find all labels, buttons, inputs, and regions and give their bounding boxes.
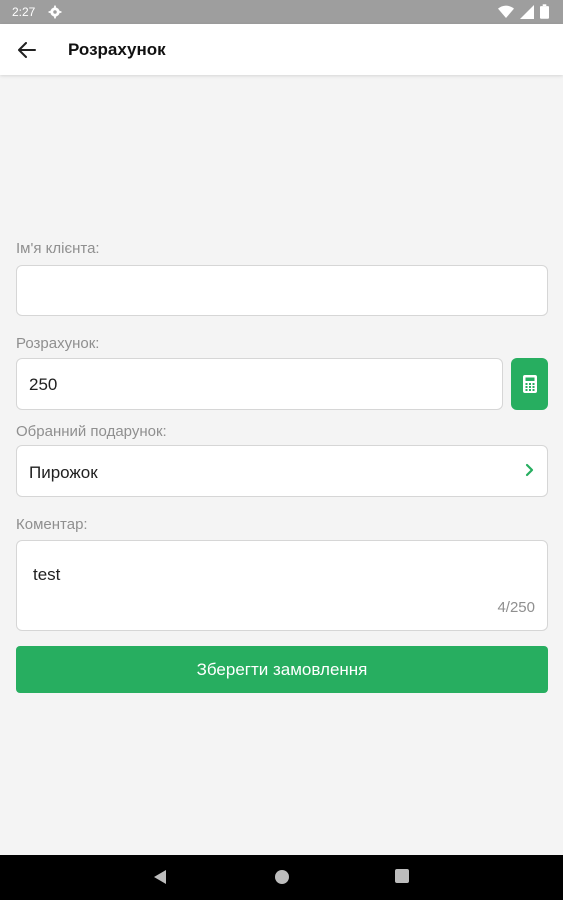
signal-icon — [520, 4, 534, 19]
save-order-button[interactable]: Зберегти замовлення — [16, 646, 548, 693]
status-time: 2:27 — [12, 5, 36, 19]
client-name-input[interactable] — [16, 265, 548, 316]
nav-back-icon[interactable] — [153, 869, 167, 885]
chevron-right-icon — [525, 463, 534, 477]
gift-value: Пирожок — [29, 463, 98, 482]
gift-label: Обранний подарунок: — [16, 423, 167, 440]
wifi-icon — [498, 5, 514, 18]
back-arrow-icon — [18, 42, 36, 58]
system-nav-bar — [0, 855, 563, 900]
comment-label: Коментар: — [16, 516, 88, 533]
calculator-icon — [522, 375, 537, 393]
gift-selector[interactable]: Пирожок — [16, 445, 548, 497]
app-bar: Розрахунок — [0, 24, 563, 75]
amount-label: Розрахунок: — [16, 335, 100, 352]
nav-recents-icon[interactable] — [395, 869, 409, 883]
back-button[interactable] — [14, 37, 40, 63]
amount-value: 250 — [29, 375, 58, 394]
page-title: Розрахунок — [68, 40, 166, 59]
comment-value: test — [33, 565, 61, 584]
status-bar: 2:27 — [0, 0, 563, 24]
comment-textarea[interactable]: test 4/250 — [16, 540, 548, 631]
nav-home-icon[interactable] — [274, 869, 290, 885]
comment-char-counter: 4/250 — [497, 599, 535, 616]
battery-icon — [540, 4, 549, 19]
client-name-label: Ім'я клієнта: — [16, 240, 100, 257]
amount-input[interactable]: 250 — [16, 358, 503, 410]
settings-icon — [48, 5, 62, 19]
calculator-button[interactable] — [511, 358, 548, 410]
